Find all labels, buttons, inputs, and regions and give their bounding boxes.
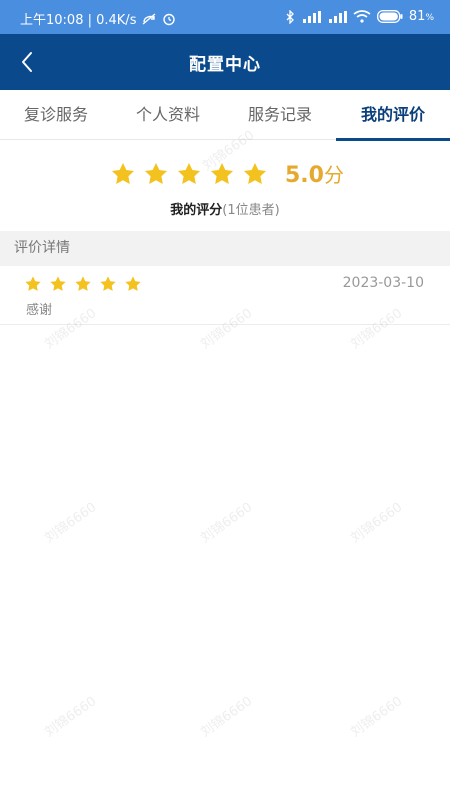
status-right: 81% (285, 9, 434, 24)
tab-bar: 复诊服务 个人资料 服务记录 我的评价 (0, 90, 450, 141)
status-bar: 上午10:08 | 0.4K/s 81% (0, 0, 450, 34)
tab-service-records[interactable]: 服务记录 (224, 90, 336, 140)
battery-level: 81% (408, 9, 434, 24)
review-comment: 感谢 (26, 303, 53, 318)
star-icon (75, 276, 91, 291)
rating-stars-row: 5.0分 (0, 159, 450, 188)
watermark: 刘锦6660 (348, 500, 406, 547)
score-unit: 分 (323, 163, 344, 187)
sync-off-icon (143, 12, 156, 25)
rating-score: 5.0分 (285, 159, 344, 188)
status-left: 上午10:08 | 0.4K/s (20, 9, 176, 28)
watermark: 刘锦6660 (42, 694, 100, 741)
page-title: 配置中心 (189, 55, 261, 75)
star-icon (177, 162, 200, 184)
star-icon (50, 276, 66, 291)
star-icon (111, 162, 134, 184)
star-icon (243, 162, 266, 184)
watermark: 刘锦6660 (198, 500, 256, 547)
star-icon (100, 276, 116, 291)
score-value: 5.0 (285, 163, 324, 188)
star-icon (144, 162, 167, 184)
tab-label: 复诊服务 (23, 105, 88, 124)
bluetooth-icon (286, 9, 294, 24)
tab-revisit-service[interactable]: 复诊服务 (0, 90, 112, 140)
review-date: 2023-03-10 (342, 275, 424, 291)
battery-icon (376, 10, 403, 23)
status-time-speed: 上午10:08 | 0.4K/s (20, 13, 137, 28)
wifi-icon (353, 10, 371, 23)
rating-label-row: 我的评分(1位患者) (0, 199, 450, 218)
nav-bar: 配置中心 (0, 34, 450, 90)
star-icon (25, 276, 41, 291)
tab-label: 服务记录 (247, 105, 312, 124)
review-stars (24, 275, 149, 293)
star-icon (210, 162, 233, 184)
tab-label: 我的评价 (360, 105, 425, 124)
watermark: 刘锦6660 (348, 694, 406, 741)
tab-my-reviews[interactable]: 我的评价 (336, 90, 450, 141)
tab-label: 个人资料 (135, 105, 200, 124)
signal-icon-1 (302, 10, 321, 23)
tab-personal-info[interactable]: 个人资料 (112, 90, 224, 140)
rating-label: 我的评分 (170, 203, 223, 218)
section-header-review-details: 评价详情 (0, 231, 450, 266)
patient-count: (1位患者) (222, 203, 280, 218)
signal-icon-2 (328, 10, 347, 23)
watermark: 刘锦6660 (198, 694, 256, 741)
rating-summary: 5.0分 我的评分(1位患者) (0, 141, 450, 231)
watermark: 刘锦6660 (42, 500, 100, 547)
list-item: 2023-03-10 感谢 (0, 266, 450, 325)
star-icon (125, 276, 141, 291)
alarm-icon (163, 13, 176, 25)
